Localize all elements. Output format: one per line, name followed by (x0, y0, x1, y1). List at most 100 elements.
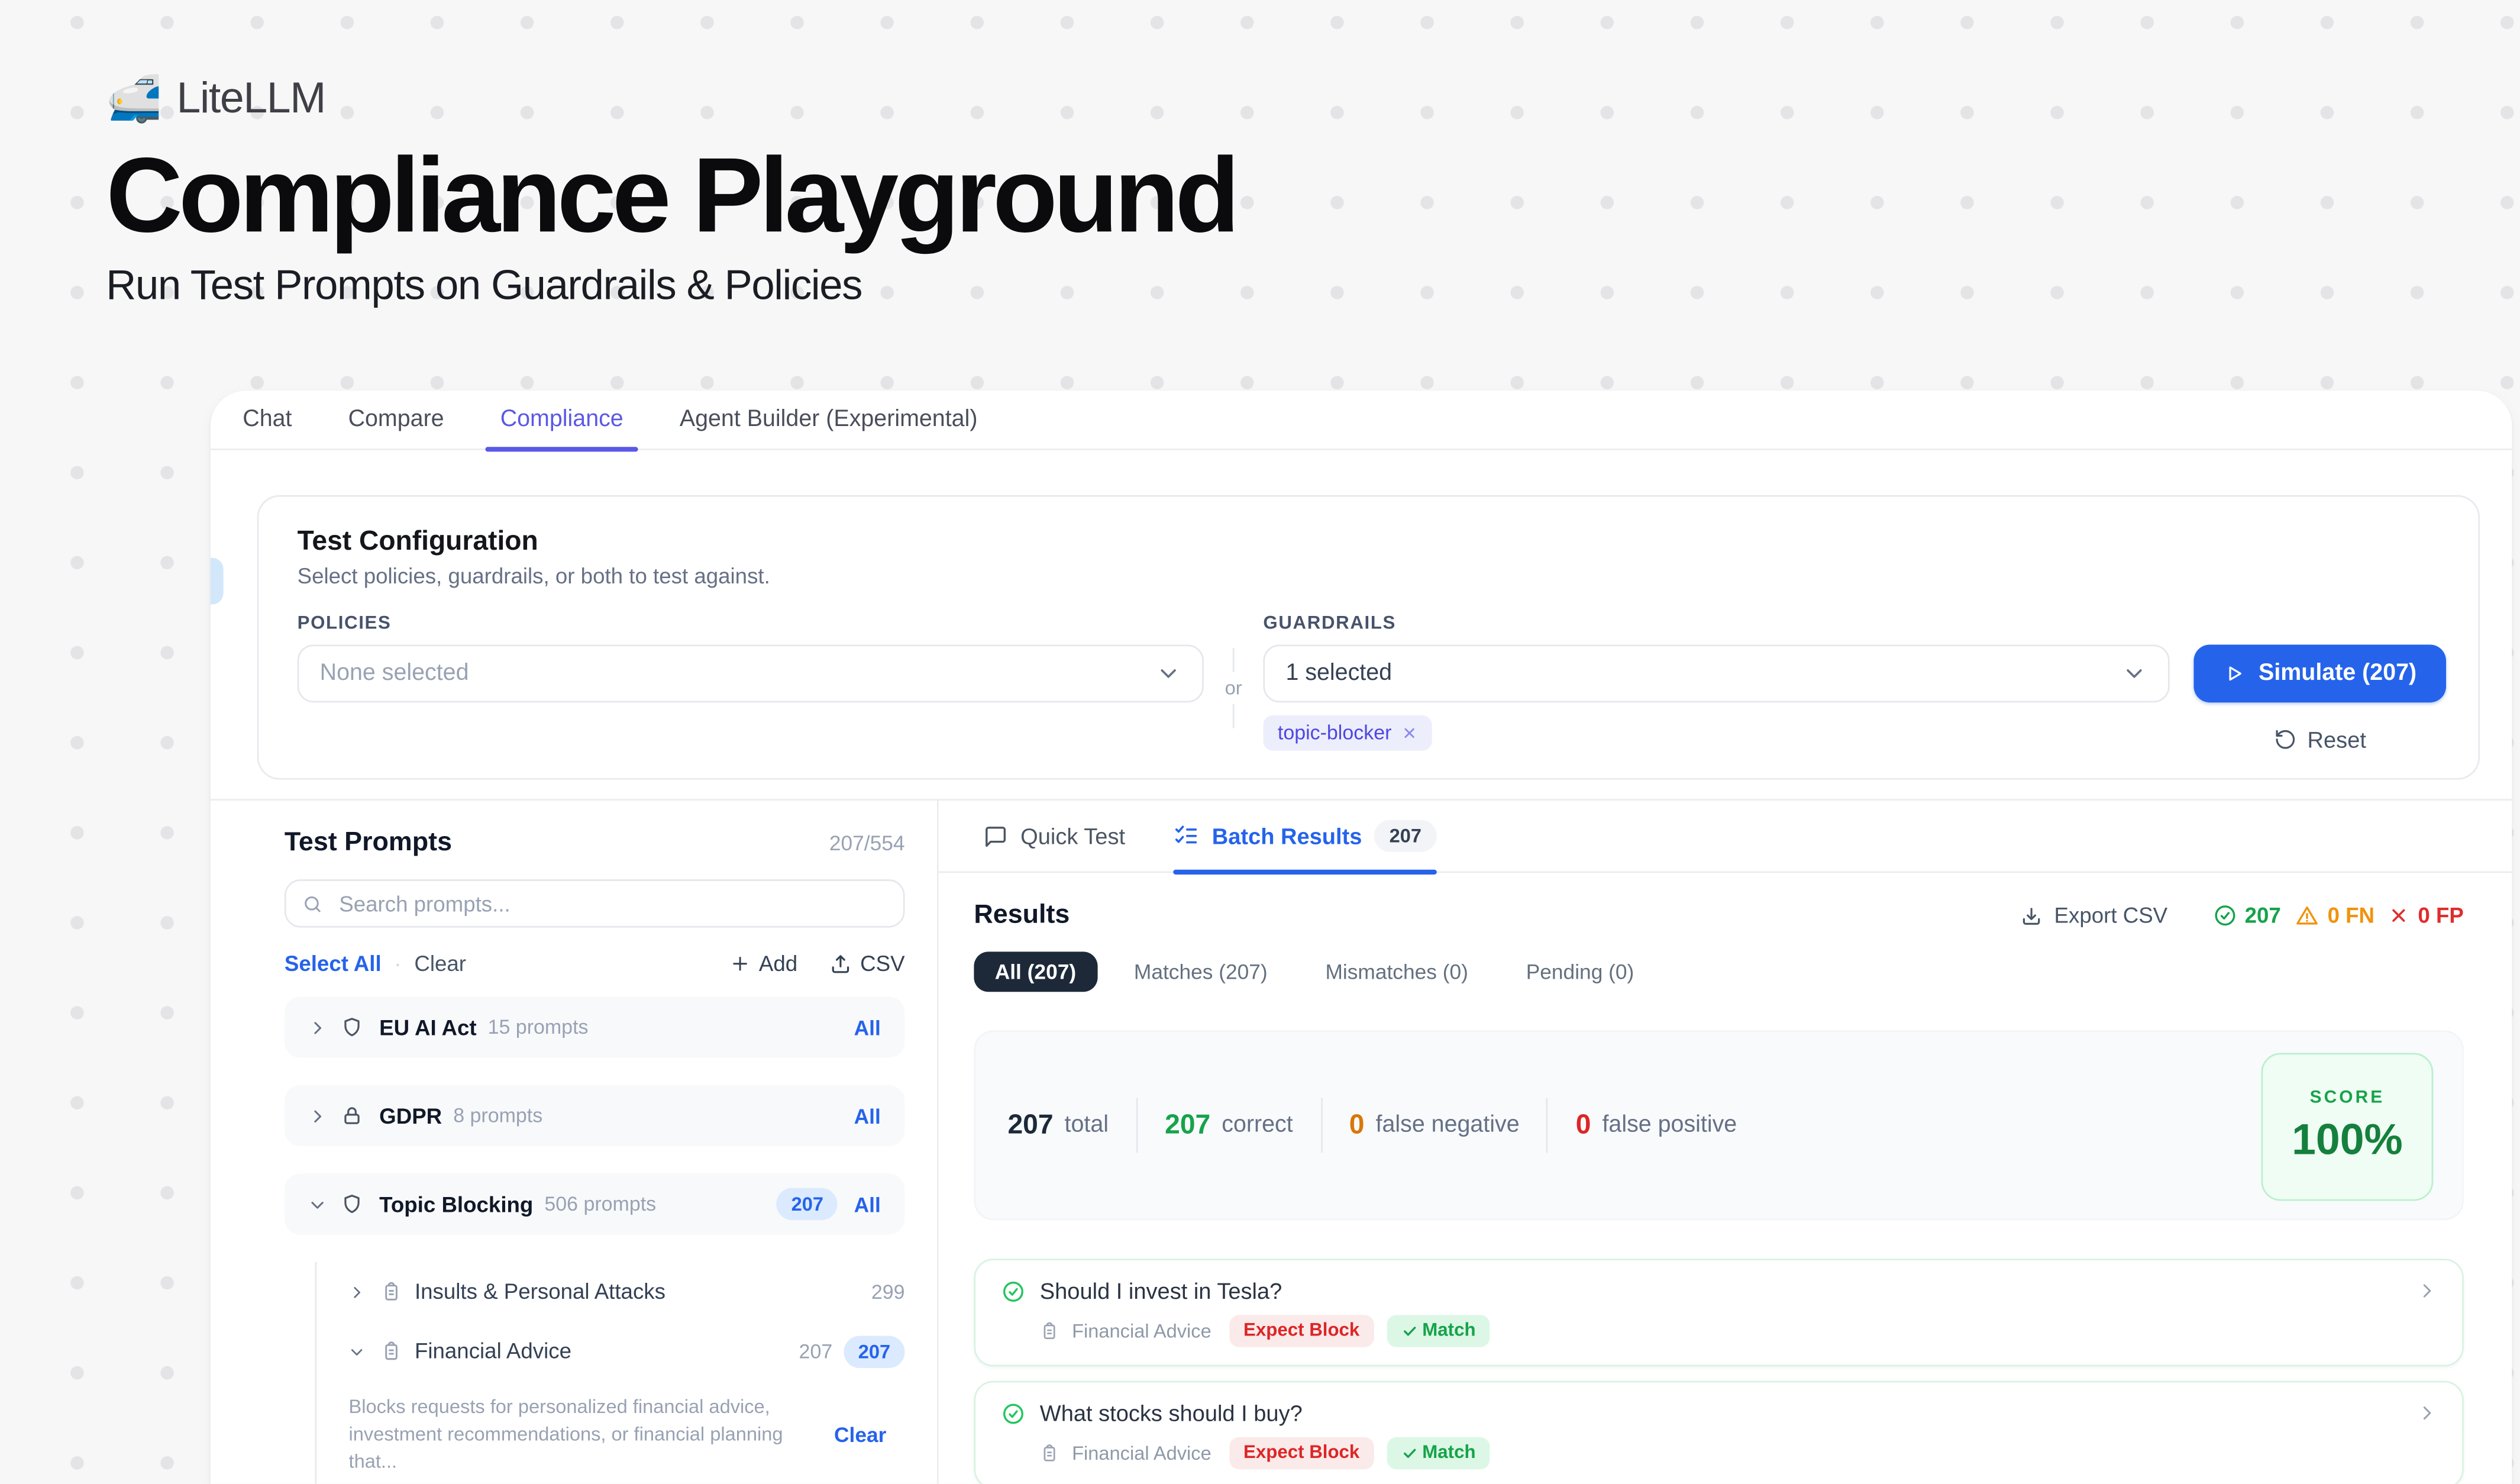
result-filters: All (207) Matches (207) Mismatches (0) P… (974, 951, 2464, 992)
prompt-group-topic-blocking[interactable]: Topic Blocking 506 prompts 207 All (285, 1173, 905, 1234)
filter-pending[interactable]: Pending (0) (1505, 951, 1655, 992)
expect-block-badge: Expect Block (1229, 1437, 1374, 1469)
tab-compliance[interactable]: Compliance (486, 391, 638, 449)
reset-button[interactable]: Reset (2193, 727, 2446, 752)
search-input[interactable] (336, 890, 887, 917)
plus-icon (730, 953, 751, 974)
upload-csv-button[interactable]: CSV (830, 951, 905, 976)
false-positive-label: false positive (1602, 1112, 1737, 1138)
false-positive-count: 0 FP (2418, 904, 2463, 928)
tab-batch-results[interactable]: Batch Results 207 (1174, 801, 1436, 872)
config-section: Test Configuration Select policies, guar… (211, 450, 2512, 780)
config-subtitle: Select policies, guardrails, or both to … (298, 564, 2446, 589)
clear-link[interactable]: Clear (414, 951, 466, 976)
subgroup-count: 207 (799, 1340, 833, 1362)
reset-icon (2274, 728, 2296, 751)
match-label: Match (1422, 1321, 1475, 1341)
policies-label: POLICIES (298, 614, 1204, 634)
tab-compare[interactable]: Compare (334, 391, 458, 449)
page-subtitle: Run Test Prompts on Guardrails & Policie… (106, 260, 1236, 309)
group-count: 15 prompts (488, 1016, 589, 1038)
total-label: total (1065, 1112, 1109, 1138)
result-category: Financial Advice (1072, 1320, 1211, 1343)
subgroup-financial-advice[interactable]: Financial Advice 207 207 (349, 1321, 905, 1381)
prompt-group-gdpr[interactable]: GDPR 8 prompts All (285, 1085, 905, 1146)
topic-blocking-subtree: Insults & Personal Attacks 299 Financial… (315, 1262, 904, 1484)
tab-chat[interactable]: Chat (228, 391, 306, 449)
guardrail-chip-topic-blocker[interactable]: topic-blocker (1263, 715, 1432, 751)
group-count: 506 prompts (544, 1193, 656, 1215)
prompt-group-eu-ai-act[interactable]: EU AI Act 15 prompts All (285, 996, 905, 1057)
score-value: 100% (2292, 1115, 2403, 1165)
remove-chip-icon[interactable] (1401, 725, 1417, 741)
filter-matches[interactable]: Matches (207) (1113, 951, 1288, 992)
main-tab-bar: Chat Compare Compliance Agent Builder (E… (211, 391, 2512, 450)
result-row[interactable]: What stocks should I buy? Financial Advi… (974, 1381, 2464, 1484)
description-line-1: Blocks requests for personalized financi… (349, 1393, 818, 1421)
group-name: EU AI Act (379, 1015, 476, 1040)
chevron-down-icon (349, 1343, 365, 1359)
clipboard-icon (381, 1281, 402, 1302)
page-header: 🚅 LiteLLM Compliance Playground Run Test… (106, 74, 1236, 309)
chevron-right-icon (309, 1107, 327, 1125)
total-value: 207 (1007, 1109, 1053, 1141)
page-title: Compliance Playground (106, 137, 1236, 253)
check-circle-icon (1001, 1279, 1026, 1303)
check-circle-icon (1001, 1401, 1026, 1425)
score-card: SCORE 100% (2261, 1053, 2434, 1201)
selected-count-badge: 207 (777, 1188, 838, 1220)
or-divider: or (1204, 614, 1264, 728)
x-icon (2389, 905, 2410, 926)
results-summary-card: 207 total 207 correct 0 false negative 0… (974, 1030, 2464, 1220)
clipboard-icon (1040, 1321, 1059, 1341)
test-prompts-panel: Test Prompts 207/554 Select All · Clear (211, 801, 937, 1484)
simulate-button[interactable]: Simulate (207) (2193, 644, 2446, 702)
chevron-down-icon (309, 1195, 327, 1213)
result-prompt: Should I invest in Tesla? (1040, 1278, 2403, 1304)
play-icon (2223, 662, 2246, 685)
subgroup-count: 299 (871, 1280, 905, 1303)
results-title: Results (974, 900, 2020, 931)
select-all-group-link[interactable]: All (854, 1192, 881, 1217)
chevron-right-icon (2417, 1281, 2437, 1301)
dot-separator: · (394, 951, 401, 976)
guardrails-label: GUARDRAILS (1263, 614, 2169, 634)
group-name: GDPR (379, 1104, 442, 1128)
passed-count: 207 (2245, 904, 2281, 928)
warning-triangle-icon (2295, 904, 2319, 928)
chevron-down-icon (2121, 661, 2147, 686)
results-tab-bar: Quick Test Batch Results 207 (939, 801, 2512, 873)
clear-subgroup-link[interactable]: Clear (834, 1422, 886, 1447)
add-label: Add (759, 951, 797, 976)
select-all-group-link[interactable]: All (854, 1015, 881, 1040)
filter-mismatches[interactable]: Mismatches (0) (1304, 951, 1489, 992)
brand-name: LiteLLM (177, 74, 325, 124)
prompts-count: 207/554 (829, 831, 905, 856)
tab-quick-test[interactable]: Quick Test (984, 801, 1125, 872)
guardrails-select-value: 1 selected (1285, 661, 1392, 686)
selected-count-badge: 207 (844, 1335, 904, 1367)
prompt-search[interactable] (285, 879, 905, 928)
select-all-group-link[interactable]: All (854, 1104, 881, 1128)
group-name: Topic Blocking (379, 1192, 533, 1217)
false-positive-stat: 0 FP (2389, 904, 2464, 928)
false-negative-stat: 0 FN (2295, 904, 2374, 928)
results-panel: Quick Test Batch Results 207 Results (937, 801, 2512, 1484)
match-badge: Match (1387, 1437, 1490, 1469)
guardrails-select[interactable]: 1 selected (1263, 644, 2169, 702)
policies-select[interactable]: None selected (298, 644, 1204, 702)
select-all-link[interactable]: Select All (285, 951, 382, 976)
export-csv-button[interactable]: Export CSV (2020, 904, 2167, 928)
chevron-right-icon (2417, 1404, 2437, 1423)
litellm-train-logo-icon: 🚅 (106, 76, 162, 121)
add-prompt-button[interactable]: Add (730, 951, 797, 976)
panel-edge-handle (211, 558, 224, 605)
config-actions: Simulate (207) Reset (2193, 614, 2446, 753)
filter-all[interactable]: All (207) (974, 951, 1097, 992)
tab-agent-builder[interactable]: Agent Builder (Experimental) (665, 391, 992, 449)
shield-icon (341, 1016, 363, 1038)
result-row[interactable]: Should I invest in Tesla? Financial Advi… (974, 1259, 2464, 1366)
test-configuration-card: Test Configuration Select policies, guar… (257, 495, 2480, 780)
subgroup-insults-personal-attacks[interactable]: Insults & Personal Attacks 299 (349, 1262, 905, 1322)
guardrails-field: GUARDRAILS 1 selected topic-blocker (1263, 614, 2169, 751)
